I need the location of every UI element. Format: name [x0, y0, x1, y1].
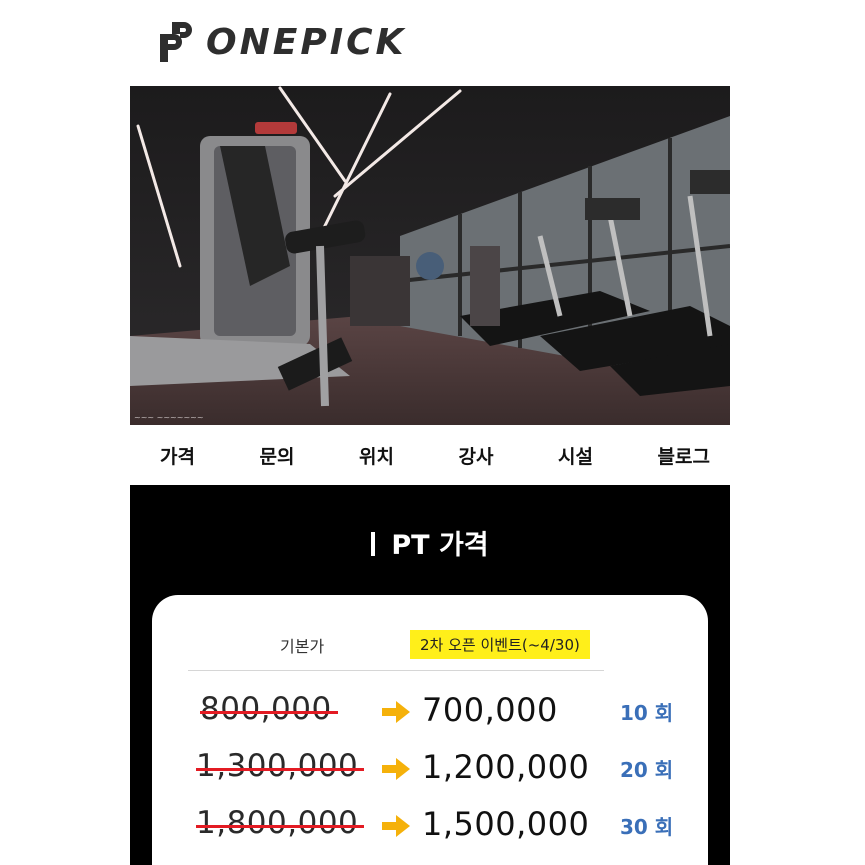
event-price-label: 2차 오픈 이벤트(~4/30) [410, 630, 590, 659]
title-bar-decoration [371, 532, 376, 556]
gym-interior-photo: ~~~ ~~~~~~~ [130, 86, 730, 425]
arrow-right-icon [382, 815, 410, 837]
page: ONEPICK ~~~ ~~~~~~~ 가격 문의 위치 강사 시설 블로그 P… [130, 0, 730, 865]
hero-image: ~~~ ~~~~~~~ [130, 86, 730, 425]
pricing-title: PT 가격 [391, 530, 489, 561]
onepick-mark-icon [160, 22, 192, 62]
price-row: 1,300,000 1,200,000 20 회 [152, 748, 708, 792]
event-price: 1,200,000 [422, 748, 590, 786]
brand-name: ONEPICK [206, 21, 407, 63]
arrow-right-icon [382, 701, 410, 723]
nav-item-trainers[interactable]: 강사 [459, 442, 494, 469]
nav-item-price[interactable]: 가격 [160, 442, 195, 469]
old-price: 1,800,000 [196, 805, 365, 841]
logo[interactable]: ONEPICK [156, 20, 406, 64]
strikethrough-line [200, 711, 338, 714]
nav-item-blog[interactable]: 블로그 [658, 442, 710, 469]
session-count: 20 회 [620, 758, 674, 782]
event-price: 700,000 [422, 691, 558, 729]
price-row: 1,800,000 1,500,000 30 회 [152, 805, 708, 849]
session-count: 10 회 [620, 701, 674, 725]
base-price-label: 기본가 [280, 637, 325, 656]
section-title: PT 가격 [130, 523, 730, 562]
event-price: 1,500,000 [422, 805, 590, 843]
photo-watermark-icon: ~~~ ~~~~~~~ [134, 413, 204, 422]
old-price: 800,000 [200, 691, 338, 727]
price-card: 기본가 2차 오픈 이벤트(~4/30) 800,000 700,000 10 … [152, 595, 708, 865]
price-card-header: 기본가 2차 오픈 이벤트(~4/30) [188, 619, 604, 671]
strikethrough-line [196, 768, 365, 771]
nav-item-location[interactable]: 위치 [359, 442, 394, 469]
strikethrough-line [196, 825, 365, 828]
session-count: 30 회 [620, 815, 674, 839]
arrow-right-icon [382, 758, 410, 780]
pricing-section: PT 가격 기본가 2차 오픈 이벤트(~4/30) 800,000 700,0… [130, 485, 730, 865]
nav-item-facilities[interactable]: 시설 [558, 442, 593, 469]
main-nav: 가격 문의 위치 강사 시설 블로그 [130, 425, 730, 485]
nav-item-inquiry[interactable]: 문의 [260, 442, 295, 469]
price-row: 800,000 700,000 10 회 [152, 691, 708, 735]
old-price: 1,300,000 [196, 748, 365, 784]
